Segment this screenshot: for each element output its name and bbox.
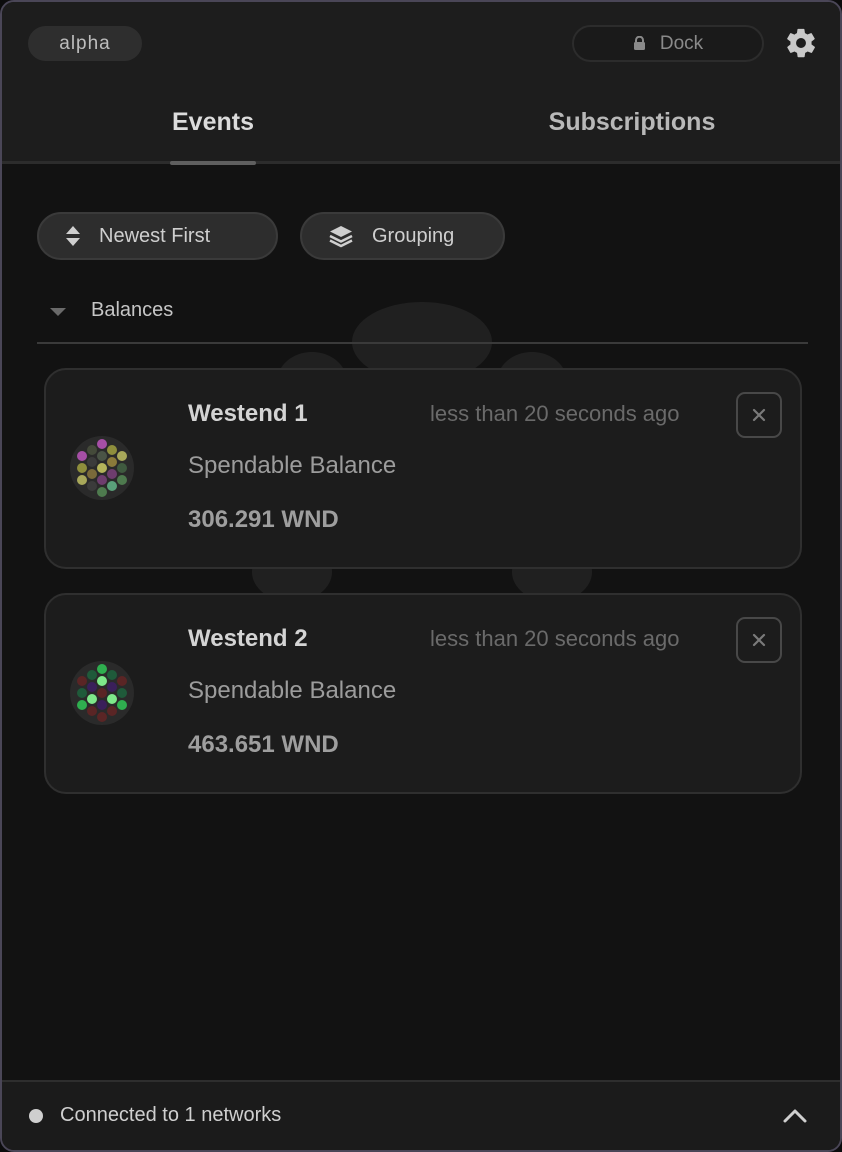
event-value: 306.291 WND [188, 506, 339, 533]
tab-subscriptions[interactable]: Subscriptions [542, 108, 722, 164]
identicon-avatar [70, 661, 134, 725]
event-card: Westend 1 less than 20 seconds ago Spend… [44, 368, 802, 569]
close-icon [752, 633, 766, 647]
mode-badge: alpha [28, 26, 142, 61]
grouping-button-label: Grouping [372, 224, 455, 247]
status-text: Connected to 1 networks [60, 1104, 282, 1126]
event-card: Westend 2 less than 20 seconds ago Spend… [44, 593, 802, 794]
event-timestamp: less than 20 seconds ago [430, 626, 680, 651]
header: alpha Dock Events Subscriptions [2, 2, 840, 165]
event-title: Westend 2 [188, 625, 308, 652]
chevron-up-icon[interactable] [782, 1106, 808, 1124]
app-window: alpha Dock Events Subscriptions Newest F… [0, 0, 842, 1152]
lock-icon [633, 36, 645, 50]
identicon-avatar [70, 436, 134, 500]
layers-icon [329, 226, 353, 248]
event-subtitle: Spendable Balance [188, 452, 397, 479]
group-label: Balances [91, 299, 174, 321]
tab-subscriptions-label: Subscriptions [548, 108, 716, 136]
caret-down-icon[interactable] [50, 308, 66, 316]
gear-icon[interactable] [784, 26, 818, 60]
grouping-button[interactable]: Grouping [300, 212, 505, 260]
tab-events[interactable]: Events [170, 108, 256, 165]
mode-badge-label: alpha [59, 32, 111, 54]
dock-button[interactable]: Dock [572, 25, 764, 62]
sort-icon [66, 226, 80, 246]
event-title: Westend 1 [188, 400, 308, 427]
event-value: 463.651 WND [188, 731, 339, 758]
group-header-balances[interactable]: Balances [37, 292, 808, 344]
event-subtitle: Spendable Balance [188, 677, 397, 704]
close-icon [752, 408, 766, 422]
event-timestamp: less than 20 seconds ago [430, 401, 680, 426]
dismiss-button[interactable] [736, 617, 782, 663]
dismiss-button[interactable] [736, 392, 782, 438]
sort-button[interactable]: Newest First [37, 212, 278, 260]
status-footer: Connected to 1 networks [2, 1080, 840, 1150]
sort-button-label: Newest First [99, 224, 211, 247]
tab-events-label: Events [172, 108, 254, 136]
status-indicator [29, 1109, 43, 1123]
dock-button-label: Dock [659, 32, 704, 54]
